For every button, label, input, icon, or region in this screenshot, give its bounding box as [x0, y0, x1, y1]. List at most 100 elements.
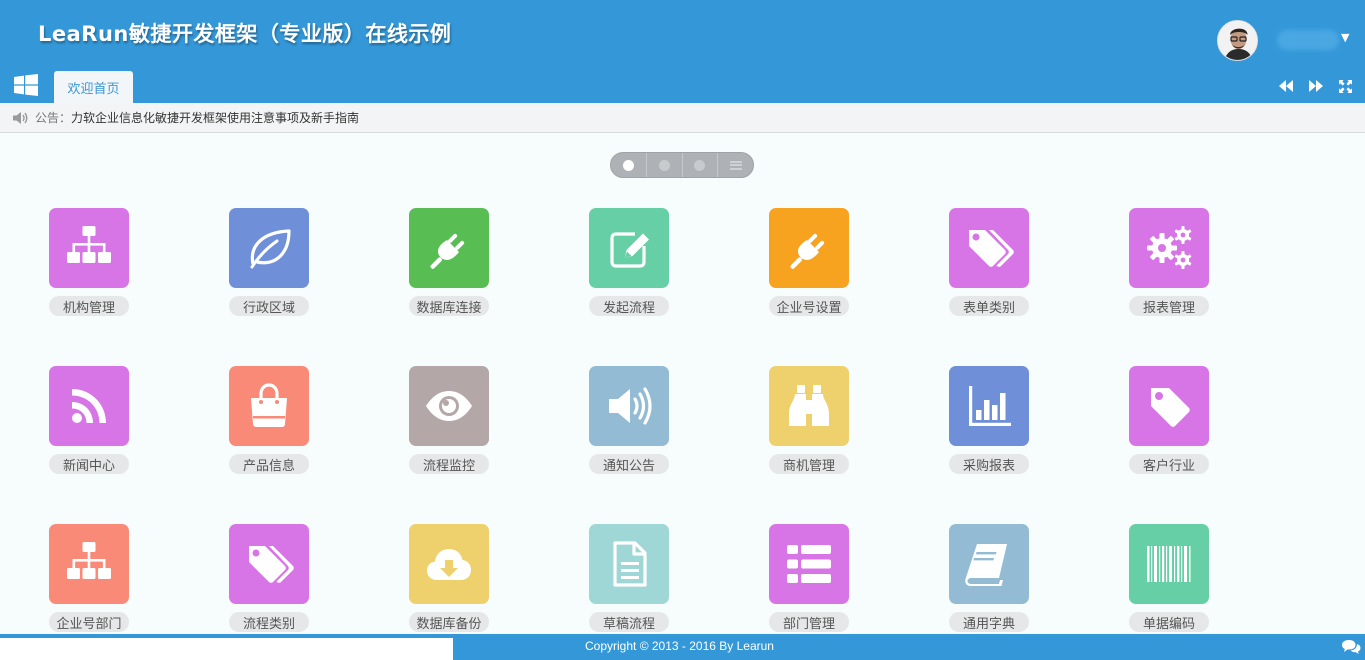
app-tile-shopping-bag-9[interactable]: 产品信息 [229, 366, 309, 474]
app-tile-icon-box[interactable] [229, 524, 309, 604]
app-tile-volume-11[interactable]: 通知公告 [589, 366, 669, 474]
app-tile-icon-box[interactable] [1129, 208, 1209, 288]
app-tile-icon-box[interactable] [769, 366, 849, 446]
speaker-icon [13, 111, 28, 124]
app-tile-icon-box[interactable] [589, 208, 669, 288]
app-tile-icon-box[interactable] [49, 208, 129, 288]
app-tile-label[interactable]: 草稿流程 [589, 612, 669, 632]
notice-label: 公告： [35, 111, 72, 125]
app-tile-edit-4[interactable]: 发起流程 [589, 208, 669, 316]
user-name[interactable] [1277, 30, 1339, 50]
app-tile-label[interactable]: 流程类别 [229, 612, 309, 632]
user-avatar[interactable] [1217, 20, 1258, 61]
pager-page-3[interactable] [683, 153, 719, 177]
app-tile-plug-3[interactable]: 数据库连接 [409, 208, 489, 316]
app-tile-icon-box[interactable] [49, 524, 129, 604]
app-tile-icon-box[interactable] [1129, 524, 1209, 604]
app-tile-label[interactable]: 行政区域 [229, 296, 309, 316]
app-tile-gears-7[interactable]: 报表管理 [1129, 208, 1209, 316]
app-tile-binoculars-12[interactable]: 商机管理 [769, 366, 849, 474]
page-pager [610, 152, 754, 178]
windows-start-icon[interactable] [14, 74, 38, 96]
app-tile-icon-box[interactable] [589, 366, 669, 446]
app-tile-icon-box[interactable] [949, 208, 1029, 288]
copyright-text: Copyright © 2013 - 2016 By Learun [585, 639, 774, 653]
app-tile-label[interactable]: 报表管理 [1129, 296, 1209, 316]
app-tile-label[interactable]: 表单类别 [949, 296, 1029, 316]
app-tile-cloud-download-17[interactable]: 数据库备份 [409, 524, 489, 632]
app-tile-label[interactable]: 新闻中心 [49, 454, 129, 474]
app-tile-label[interactable]: 发起流程 [589, 296, 669, 316]
app-tile-label[interactable]: 流程监控 [409, 454, 489, 474]
notice-bar: 公告： 力软企业信息化敏捷开发框架使用注意事项及新手指南 [0, 103, 1365, 133]
app-tile-icon-box[interactable] [589, 524, 669, 604]
tags-icon [969, 230, 1014, 267]
app-tile-icon-box[interactable] [409, 208, 489, 288]
pager-list-toggle[interactable] [718, 153, 753, 177]
app-title: LeaRun敏捷开发框架（专业版）在线示例 [38, 22, 452, 46]
app-tile-org-chart-15[interactable]: 企业号部门 [49, 524, 129, 632]
app-tile-icon-box[interactable] [229, 366, 309, 446]
app-tile-icon-box[interactable] [949, 524, 1029, 604]
app-tile-icon-box[interactable] [1129, 366, 1209, 446]
app-tile-icon-box[interactable] [949, 366, 1029, 446]
app-tile-label[interactable]: 单据编码 [1129, 612, 1209, 632]
app-tile-icon-box[interactable] [769, 208, 849, 288]
app-tile-label[interactable]: 客户行业 [1129, 454, 1209, 474]
app-tile-label[interactable]: 商机管理 [769, 454, 849, 474]
file-text-icon [613, 541, 647, 587]
tab-home[interactable]: 欢迎首页 [54, 71, 133, 103]
app-tile-plug-5[interactable]: 企业号设置 [769, 208, 849, 316]
notice-link[interactable]: 力软企业信息化敏捷开发框架使用注意事项及新手指南 [71, 109, 359, 126]
user-menu-caret-icon[interactable]: ▼ [1341, 31, 1349, 44]
app-tile-org-chart-1[interactable]: 机构管理 [49, 208, 129, 316]
chat-icon[interactable] [1341, 639, 1361, 655]
app-tile-barcode-21[interactable]: 单据编码 [1129, 524, 1209, 632]
app-tile-icon-box[interactable] [49, 366, 129, 446]
app-tile-label[interactable]: 数据库连接 [409, 296, 489, 316]
app-tile-icon-box[interactable] [409, 524, 489, 604]
eye-icon [426, 391, 472, 421]
pager-page-2[interactable] [647, 153, 683, 177]
app-tile-tag-14[interactable]: 客户行业 [1129, 366, 1209, 474]
app-tile-th-list-19[interactable]: 部门管理 [769, 524, 849, 632]
fullscreen-icon[interactable] [1337, 78, 1353, 94]
app-tile-label[interactable]: 采购报表 [949, 454, 1029, 474]
leaf-icon [250, 229, 291, 269]
app-tile-icon-box[interactable] [409, 366, 489, 446]
app-tile-icon-box[interactable] [769, 524, 849, 604]
app-tile-label[interactable]: 企业号设置 [769, 296, 849, 316]
app-tile-label[interactable]: 通用字典 [949, 612, 1029, 632]
plug-icon [790, 233, 825, 269]
app-tile-label[interactable]: 通知公告 [589, 454, 669, 474]
app-tile-label[interactable]: 产品信息 [229, 454, 309, 474]
list-icon [729, 160, 742, 170]
app-tile-label[interactable]: 数据库备份 [409, 612, 489, 632]
app-tile-label[interactable]: 企业号部门 [49, 612, 129, 632]
pager-dot [658, 159, 670, 171]
app-tile-rss-8[interactable]: 新闻中心 [49, 366, 129, 474]
app-tile-book-20[interactable]: 通用字典 [949, 524, 1029, 632]
avatar-portrait-icon [1218, 21, 1257, 60]
shopping-bag-icon [251, 383, 287, 427]
app-tile-leaf-2[interactable]: 行政区域 [229, 208, 309, 316]
edit-icon [610, 232, 649, 268]
volume-icon [609, 387, 652, 425]
top-header: LeaRun敏捷开发框架（专业版）在线示例 ▼ 欢迎首页 [0, 0, 1365, 103]
cloud-download-icon [427, 549, 471, 580]
pager-page-1[interactable] [611, 153, 647, 177]
tab-scroll-right-icon[interactable] [1308, 78, 1324, 94]
app-tile-bar-chart-13[interactable]: 采购报表 [949, 366, 1029, 474]
footer-left-panel [0, 638, 453, 660]
tab-scroll-left-icon[interactable] [1278, 78, 1294, 94]
tags-icon [249, 546, 294, 583]
gears-icon [1147, 226, 1192, 269]
app-tile-file-text-18[interactable]: 草稿流程 [589, 524, 669, 632]
tag-icon [1151, 388, 1190, 427]
app-tile-label[interactable]: 部门管理 [769, 612, 849, 632]
app-tile-tags-16[interactable]: 流程类别 [229, 524, 309, 632]
app-tile-tags-6[interactable]: 表单类别 [949, 208, 1029, 316]
app-tile-icon-box[interactable] [229, 208, 309, 288]
app-tile-eye-10[interactable]: 流程监控 [409, 366, 489, 474]
app-tile-label[interactable]: 机构管理 [49, 296, 129, 316]
